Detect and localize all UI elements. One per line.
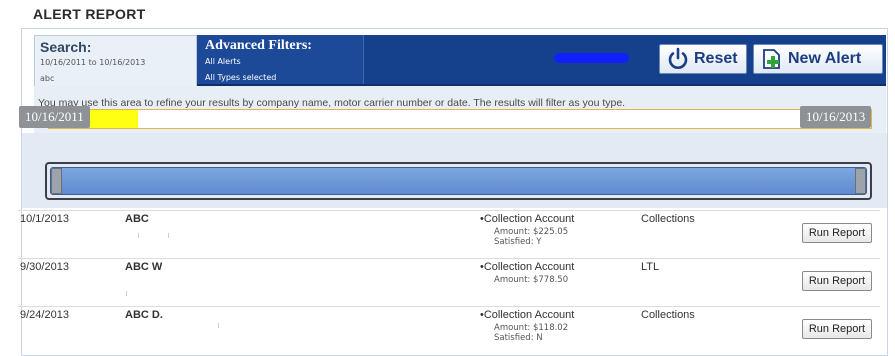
filter-header-bar: Search: 10/16/2011 to 10/16/2013 abc Adv…	[34, 35, 886, 88]
add-document-icon	[760, 47, 784, 71]
table-row: 10/1/2013 ABC •Collection Account Amount…	[18, 210, 880, 258]
alert-satisfied: Satisfied: N	[494, 333, 543, 343]
table-row: 9/30/2013 ABC W •Collection Account Amou…	[18, 258, 880, 306]
alert-amount: Amount: $118.02	[494, 323, 569, 333]
redacted-mark	[554, 53, 629, 63]
new-alert-label: New Alert	[788, 50, 862, 67]
alert-company: ABC W	[125, 261, 163, 273]
alert-date: 9/24/2013	[20, 309, 69, 321]
tab-advanced-filters[interactable]: Advanced Filters: All Alerts All Types s…	[197, 35, 364, 84]
alert-category: LTL	[641, 261, 660, 273]
reset-button[interactable]: Reset	[659, 44, 747, 74]
alert-amount: Amount: $778.50	[494, 275, 569, 285]
table-row: 9/24/2013 ABC D. •Collection Account Amo…	[18, 306, 880, 354]
alert-category: Collections	[641, 309, 695, 321]
alert-type: •Collection Account	[480, 261, 575, 273]
alert-date: 9/30/2013	[20, 261, 69, 273]
search-tab-date-range: 10/16/2011 to 10/16/2013	[40, 58, 146, 67]
search-tab-query: abc	[40, 74, 55, 83]
alert-amount: Amount: $225.05	[494, 227, 569, 237]
slider-start-date: 10/16/2011	[19, 106, 90, 128]
alert-date: 10/1/2013	[20, 213, 69, 225]
slider-handle-end[interactable]	[855, 168, 866, 194]
new-alert-button[interactable]: New Alert	[753, 44, 883, 74]
search-input[interactable]	[48, 109, 872, 129]
advanced-tab-title: Advanced Filters:	[205, 38, 312, 53]
run-report-button[interactable]: Run Report	[802, 319, 872, 339]
slider-end-date: 10/16/2013	[800, 106, 872, 128]
search-help-text: You may use this area to refine your res…	[38, 97, 626, 109]
advanced-tab-alerts: All Alerts	[205, 57, 241, 66]
run-report-button[interactable]: Run Report	[802, 271, 872, 291]
page-title: ALERT REPORT	[33, 6, 146, 22]
search-tab-title: Search:	[40, 39, 92, 55]
alert-company: ABC D.	[125, 309, 163, 321]
slider-handle-start[interactable]	[51, 168, 62, 194]
alert-company: ABC	[125, 213, 149, 225]
tab-search[interactable]: Search: 10/16/2011 to 10/16/2013 abc	[34, 35, 197, 88]
date-range-slider[interactable]	[50, 167, 867, 195]
alert-category: Collections	[641, 213, 695, 225]
alert-satisfied: Satisfied: Y	[494, 237, 542, 247]
advanced-tab-types: All Types selected	[205, 73, 277, 82]
alert-type: •Collection Account	[480, 309, 575, 321]
run-report-button[interactable]: Run Report	[802, 223, 872, 243]
power-icon	[666, 47, 690, 71]
reset-label: Reset	[694, 50, 738, 67]
alert-type: •Collection Account	[480, 213, 575, 225]
